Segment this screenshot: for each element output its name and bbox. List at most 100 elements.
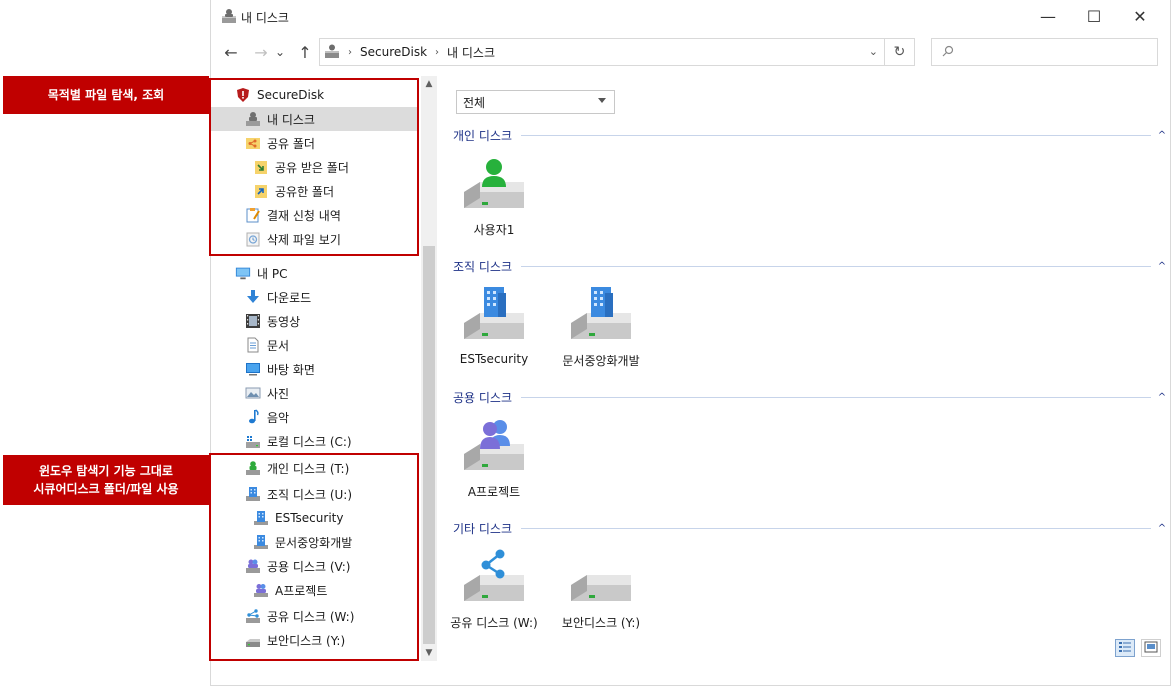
details-view-icon	[1118, 641, 1132, 656]
filter-dropdown[interactable]: 전체	[456, 90, 615, 114]
sidebar-item-shared-by-me[interactable]: 공유한 폴더	[211, 179, 417, 203]
sidebar-item-pictures[interactable]: 사진	[211, 381, 417, 405]
video-icon	[245, 313, 261, 329]
scroll-thumb[interactable]	[423, 246, 435, 644]
breadcrumb-my-disk[interactable]: 내 디스크	[447, 44, 495, 61]
drive-tile[interactable]: A프로젝트	[442, 416, 546, 516]
breadcrumb-securedisk[interactable]: SecureDisk	[360, 45, 427, 59]
sidebar-item-label: 바탕 화면	[267, 362, 315, 377]
filter-value: 전체	[463, 95, 486, 110]
sidebar-item-public-disk-v[interactable]: 공용 디스크 (V:)	[211, 554, 417, 578]
forward-button[interactable]: →	[249, 40, 273, 64]
collapse-icon[interactable]: ^	[1155, 126, 1169, 144]
shield-icon	[235, 87, 251, 103]
address-dropdown-icon[interactable]: ⌄	[869, 45, 878, 58]
building-drive-icon	[462, 285, 526, 348]
details-view-button[interactable]	[1115, 639, 1135, 657]
share-folder-icon	[245, 135, 261, 151]
sidebar-item-personal-disk-t[interactable]: 개인 디스크 (T:)	[211, 456, 417, 480]
sidebar-item-securedisk[interactable]: SecureDisk	[211, 83, 417, 107]
breadcrumb-separator-icon: ›	[435, 46, 440, 58]
breadcrumb: › SecureDisk › 내 디스크	[348, 44, 495, 61]
sidebar-item-received-folder[interactable]: 공유 받은 폴더	[211, 155, 417, 179]
drive-tile[interactable]: 보안디스크 (Y:)	[549, 547, 653, 647]
callout-top-text: 목적별 파일 탐색, 조회	[47, 88, 165, 102]
tile-label: A프로젝트	[467, 485, 521, 499]
large-icons-view-button[interactable]	[1141, 639, 1161, 657]
approval-icon	[245, 207, 261, 223]
sidebar-item-secure-disk-y[interactable]: 보안디스크 (Y:)	[211, 628, 417, 652]
sidebar-item-a-project[interactable]: A프로젝트	[211, 578, 417, 602]
collapse-icon[interactable]: ^	[1155, 257, 1169, 275]
group-header[interactable]: 기타 디스크	[453, 519, 512, 537]
group-header[interactable]: 공용 디스크	[453, 388, 512, 406]
sidebar-item-documents[interactable]: 문서	[211, 333, 417, 357]
recent-locations-button[interactable]: ⌄	[273, 40, 287, 64]
drive-tile[interactable]: 사용자1	[442, 154, 546, 254]
search-input[interactable]	[931, 38, 1158, 66]
share-disk-icon	[245, 608, 261, 624]
desktop-icon	[245, 361, 261, 377]
sidebar-item-label: 공유 디스크 (W:)	[267, 609, 355, 624]
sidebar-item-label: 문서중앙화개발	[275, 535, 353, 550]
group-divider	[521, 135, 1151, 136]
sidebar-item-desktop[interactable]: 바탕 화면	[211, 357, 417, 381]
back-button[interactable]: ←	[219, 40, 243, 64]
shared-folder-icon	[253, 183, 269, 199]
navigation-scrollbar[interactable]: ▲ ▼	[421, 76, 437, 661]
group-icon	[253, 582, 269, 598]
public-disk-icon	[245, 558, 261, 574]
picture-icon	[245, 385, 261, 401]
title-bar: 내 디스크 — ☐ ✕	[211, 0, 1170, 32]
sidebar-item-estsecurity[interactable]: ESTsecurity	[211, 506, 417, 530]
sidebar-item-shared-folder[interactable]: 공유 폴더	[211, 131, 417, 155]
building-drive-icon	[569, 285, 633, 348]
group-divider	[521, 266, 1151, 267]
user-disk-icon	[221, 8, 237, 27]
callout-file-explore: 목적별 파일 탐색, 조회	[3, 76, 209, 114]
group-header[interactable]: 조직 디스크	[453, 257, 512, 275]
pc-icon	[235, 265, 251, 281]
drive-tile[interactable]: ESTsecurity	[442, 285, 546, 385]
sidebar-item-music[interactable]: 음악	[211, 405, 417, 429]
scroll-up-icon[interactable]: ▲	[421, 76, 437, 92]
sidebar-item-label: 공유한 폴더	[275, 184, 335, 199]
local-disk-icon	[245, 433, 261, 449]
sidebar-item-share-disk-w[interactable]: 공유 디스크 (W:)	[211, 604, 417, 628]
sidebar-item-my-pc[interactable]: 내 PC	[211, 261, 417, 285]
close-button[interactable]: ✕	[1117, 0, 1163, 32]
maximize-button[interactable]: ☐	[1071, 0, 1117, 32]
sidebar-item-label: 내 PC	[257, 266, 288, 281]
sidebar-item-my-disk[interactable]: 내 디스크	[211, 107, 417, 131]
sidebar-item-deleted-files[interactable]: 삭제 파일 보기	[211, 227, 417, 251]
callout-explorer-feature: 윈도우 탐색기 기능 그대로 시큐어디스크 폴더/파일 사용	[3, 455, 209, 505]
sidebar-item-label: 개인 디스크 (T:)	[267, 461, 350, 476]
group-header[interactable]: 개인 디스크	[453, 126, 512, 144]
window-title: 내 디스크	[241, 11, 289, 25]
sidebar-item-doc-central-dev[interactable]: 문서중앙화개발	[211, 530, 417, 554]
sidebar-item-videos[interactable]: 동영상	[211, 309, 417, 333]
collapse-icon[interactable]: ^	[1155, 388, 1169, 406]
sidebar-item-label: 조직 디스크 (U:)	[267, 487, 353, 502]
maximize-icon: ☐	[1086, 6, 1102, 26]
address-bar[interactable]: › SecureDisk › 내 디스크 ⌄ ↻	[319, 38, 915, 66]
collapse-icon[interactable]: ^	[1155, 519, 1169, 537]
sidebar-item-label: 내 디스크	[267, 112, 315, 127]
navigation-pane: SecureDisk 내 디스크 공유 폴더 공유 받은 폴더 공유한 폴더 결…	[211, 76, 437, 661]
minimize-button[interactable]: —	[1025, 0, 1071, 32]
sidebar-item-label: 공유 폴더	[267, 136, 315, 151]
sidebar-item-local-disk-c[interactable]: 로컬 디스크 (C:)	[211, 429, 417, 453]
drive-tile[interactable]: 문서중앙화개발	[549, 285, 653, 385]
close-icon: ✕	[1133, 6, 1147, 26]
tile-label: 문서중앙화개발	[562, 354, 640, 368]
refresh-button[interactable]: ↻	[884, 39, 914, 65]
large-icons-view-icon	[1144, 641, 1158, 656]
sidebar-item-org-disk-u[interactable]: 조직 디스크 (U:)	[211, 482, 417, 506]
sidebar-item-approval[interactable]: 결재 신청 내역	[211, 203, 417, 227]
drive-tile[interactable]: 공유 디스크 (W:)	[442, 547, 546, 647]
refresh-icon: ↻	[893, 44, 906, 60]
sidebar-item-downloads[interactable]: 다운로드	[211, 285, 417, 309]
sidebar-item-label: 사진	[267, 386, 290, 401]
up-button[interactable]: ↑	[293, 40, 317, 64]
scroll-down-icon[interactable]: ▼	[421, 645, 437, 661]
